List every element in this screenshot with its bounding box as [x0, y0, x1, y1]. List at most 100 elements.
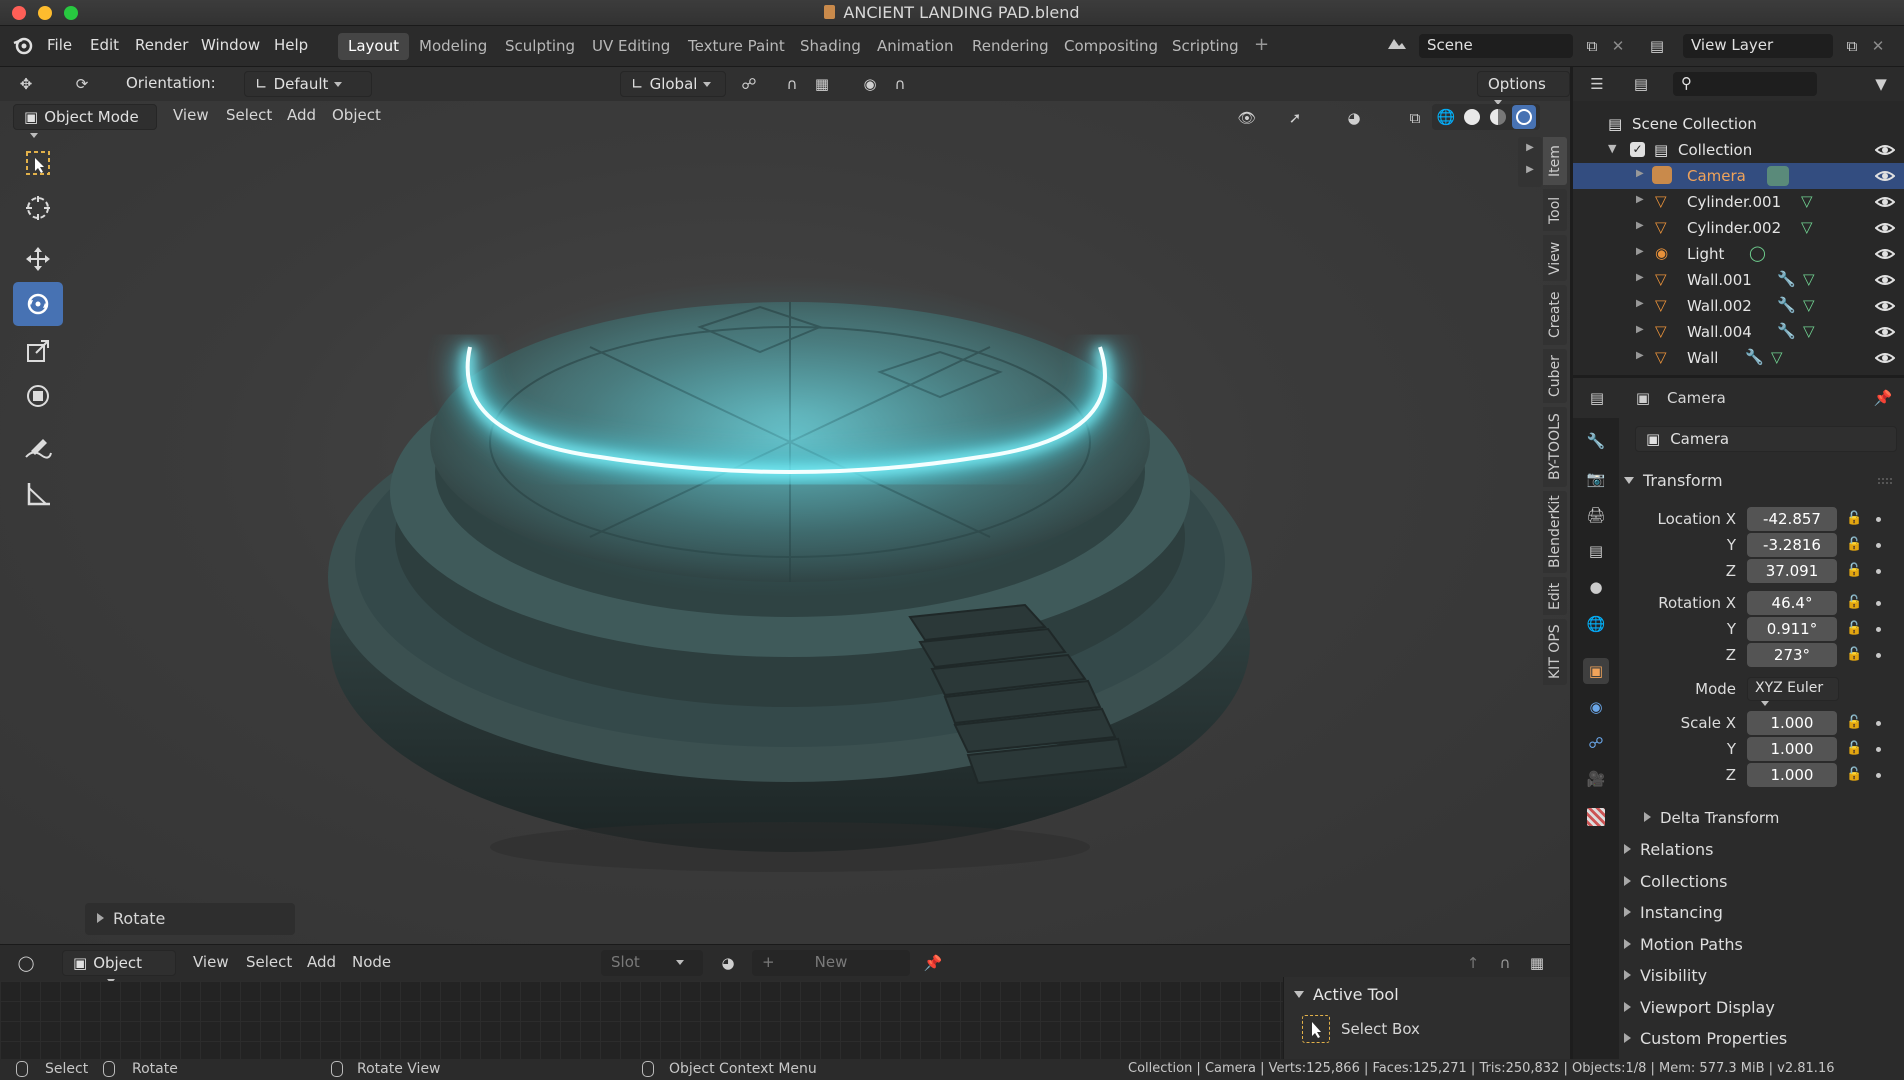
rotation-z-field[interactable]: 273°: [1747, 643, 1837, 667]
node-menu-select[interactable]: Select: [246, 953, 292, 971]
solid-shading-icon[interactable]: [1460, 105, 1484, 129]
transform-section-header[interactable]: Transform: [1624, 471, 1723, 490]
visibility-section-header[interactable]: Visibility: [1624, 966, 1707, 985]
scene-tab-icon[interactable]: ●: [1583, 574, 1609, 600]
select-box-tool[interactable]: [13, 141, 63, 185]
node-menu-view[interactable]: View: [193, 953, 229, 971]
tab-animation[interactable]: Animation: [867, 33, 963, 60]
gizmo-toggle-icon[interactable]: ➚: [1283, 106, 1307, 130]
keyframe-dot-icon[interactable]: [1876, 721, 1881, 726]
xray-toggle-icon[interactable]: ⧉: [1403, 106, 1427, 130]
rotation-x-field[interactable]: 46.4°: [1747, 591, 1837, 615]
visibility-eye-icon[interactable]: [1875, 140, 1895, 160]
blender-logo-icon[interactable]: [11, 34, 35, 58]
lock-icon[interactable]: 🔓: [1846, 595, 1862, 611]
editor-type-outliner-icon[interactable]: ☰: [1585, 72, 1609, 96]
keyframe-dot-icon[interactable]: [1876, 601, 1881, 606]
sidebar-collapse-arrows[interactable]: ▶ ▶: [1518, 137, 1542, 187]
outliner-item-wall-001[interactable]: ▶ ▽ Wall.001 🔧 ▽: [1573, 267, 1904, 293]
scene-collection-row[interactable]: ▤ Scene Collection: [1573, 111, 1904, 137]
scale-z-field[interactable]: 1.000: [1747, 763, 1837, 787]
sidebar-tab-create[interactable]: Create: [1543, 285, 1567, 345]
transform-orientation-dropdown[interactable]: ∟ Global: [620, 71, 726, 97]
outliner-item-wall-002[interactable]: ▶ ▽ Wall.002 🔧 ▽: [1573, 293, 1904, 319]
menu-help[interactable]: Help: [274, 36, 308, 54]
visibility-eye-icon[interactable]: [1875, 270, 1895, 290]
mode-dropdown[interactable]: ▣ Object Mode: [13, 104, 157, 138]
active-tool-header[interactable]: Active Tool: [1294, 985, 1399, 1004]
pin-icon[interactable]: 📌: [921, 951, 945, 975]
rotation-y-field[interactable]: 0.911°: [1747, 617, 1837, 641]
collection-row[interactable]: ▼ ✓ ▤ Collection: [1573, 137, 1904, 163]
display-mode-icon[interactable]: ▤: [1629, 72, 1653, 96]
tab-shading[interactable]: Shading: [790, 33, 871, 60]
object-datablock-selector[interactable]: ▣ Camera: [1635, 426, 1897, 452]
camera-data-tab-icon[interactable]: 🎥: [1583, 766, 1609, 792]
lock-icon[interactable]: 🔓: [1846, 715, 1862, 731]
node-menu-node[interactable]: Node: [352, 953, 391, 971]
constraints-tab-icon[interactable]: ☍: [1583, 730, 1609, 756]
menu-render[interactable]: Render: [135, 36, 188, 54]
tab-texture-paint[interactable]: Texture Paint: [678, 33, 795, 60]
drag-grip-icon[interactable]: [1878, 478, 1892, 484]
world-tab-icon[interactable]: 🌐: [1583, 611, 1609, 637]
proportional-edit-icon[interactable]: ◉: [858, 72, 882, 96]
visibility-eye-icon[interactable]: [1875, 218, 1895, 238]
visibility-selectability-icon[interactable]: 👁: [1235, 106, 1259, 130]
material-slot-dropdown[interactable]: Slot: [601, 950, 703, 976]
view-layer-tab-icon[interactable]: ▤: [1583, 538, 1609, 564]
tab-scripting[interactable]: Scripting: [1162, 33, 1249, 60]
outliner-item-light[interactable]: ▶ ◉ Light ◯: [1573, 241, 1904, 267]
rotate-tool-settings-icon[interactable]: ⟳: [70, 72, 94, 96]
custom-properties-section-header[interactable]: Custom Properties: [1624, 1029, 1787, 1048]
texture-tab-icon[interactable]: [1587, 808, 1605, 826]
orientation-dropdown[interactable]: ∟ Default: [244, 71, 372, 97]
location-x-field[interactable]: -42.857: [1747, 507, 1837, 531]
keyframe-dot-icon[interactable]: [1876, 543, 1881, 548]
sidebar-tab-kit-ops[interactable]: KIT OPS: [1543, 619, 1567, 685]
rotate-tool[interactable]: [13, 282, 63, 326]
move-tool[interactable]: [13, 237, 63, 281]
delta-transform-section-header[interactable]: Delta Transform: [1644, 809, 1779, 827]
new-view-layer-icon[interactable]: ⧉: [1840, 34, 1864, 58]
viewport-display-section-header[interactable]: Viewport Display: [1624, 998, 1775, 1017]
scene-name-field[interactable]: Scene: [1419, 34, 1573, 58]
node-snap-icon[interactable]: ∩: [1493, 951, 1517, 975]
lock-icon[interactable]: 🔓: [1846, 647, 1862, 663]
editor-type-icon[interactable]: ◯: [14, 951, 38, 975]
select-box-icon[interactable]: [1302, 1015, 1330, 1043]
tab-layout[interactable]: Layout: [338, 33, 409, 60]
scale-tool[interactable]: [13, 329, 63, 373]
sidebar-tab-view[interactable]: View: [1543, 235, 1567, 281]
include-checkbox[interactable]: ✓: [1630, 142, 1645, 157]
falloff-curve-icon[interactable]: ∩: [888, 72, 912, 96]
pivot-point-icon[interactable]: ☍: [737, 72, 761, 96]
outliner-item-camera[interactable]: ▶ Camera: [1573, 163, 1904, 189]
new-material-button[interactable]: + New: [752, 950, 910, 976]
menu-window[interactable]: Window: [201, 36, 260, 54]
parent-node-tree-icon[interactable]: ↑: [1461, 951, 1485, 975]
snap-element-icon[interactable]: ▦: [1525, 951, 1549, 975]
outliner-item-wall[interactable]: ▶ ▽ Wall 🔧 ▽: [1573, 345, 1904, 371]
render-tab-icon[interactable]: 📷: [1583, 466, 1609, 492]
new-scene-icon[interactable]: ⧉: [1580, 34, 1604, 58]
visibility-eye-icon[interactable]: [1875, 322, 1895, 342]
lock-icon[interactable]: 🔓: [1846, 767, 1862, 783]
add-workspace-button[interactable]: +: [1246, 33, 1277, 60]
sidebar-tab-item[interactable]: Item: [1543, 137, 1567, 185]
menu-file[interactable]: File: [47, 36, 72, 54]
3d-viewport[interactable]: ✥ ⟳ Orientation: ∟ Default ∟ Global ☍ ∩ ▦ …: [0, 67, 1570, 944]
snap-toggle-icon[interactable]: ∩: [780, 72, 804, 96]
tab-uv-editing[interactable]: UV Editing: [582, 33, 680, 60]
visibility-eye-icon[interactable]: [1875, 244, 1895, 264]
measure-tool[interactable]: [13, 472, 63, 516]
sidebar-tab-blenderkit[interactable]: BlenderKit: [1543, 491, 1567, 573]
options-dropdown[interactable]: Options: [1477, 71, 1570, 105]
material-preview-icon[interactable]: [1486, 105, 1510, 129]
last-operator-panel[interactable]: Rotate: [85, 903, 295, 935]
tool-tab-icon[interactable]: 🔧: [1583, 428, 1609, 454]
menu-edit[interactable]: Edit: [90, 36, 119, 54]
shader-type-dropdown[interactable]: ▣ Object: [62, 950, 176, 984]
editor-type-properties-icon[interactable]: ▤: [1585, 386, 1609, 410]
overlays-toggle-icon[interactable]: ◕: [1342, 106, 1366, 130]
